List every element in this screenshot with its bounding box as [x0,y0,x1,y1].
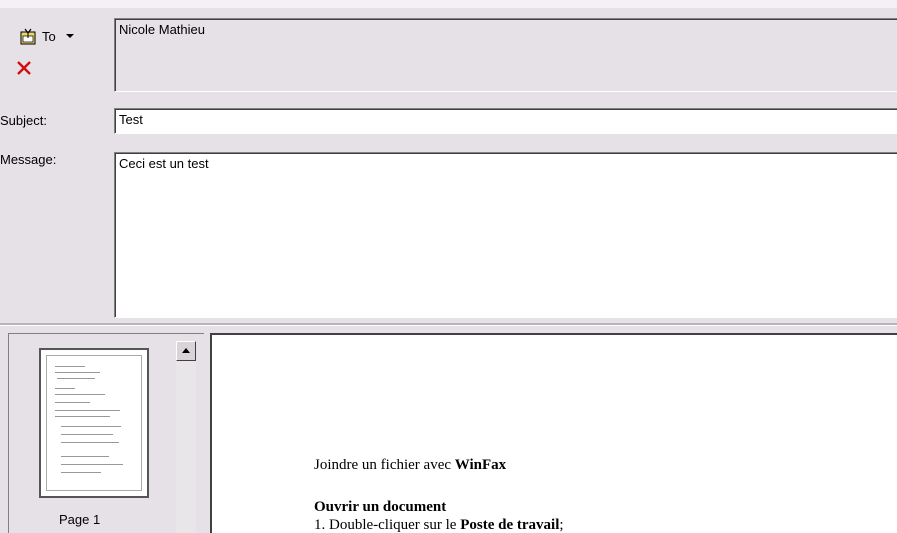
doc-line-joindre: Joindre un fichier avec WinFax [314,457,506,474]
pane-divider[interactable] [0,323,897,326]
thumb-text-line [61,426,121,427]
doc-list-item-1: 1. Double-cliquer sur le Poste de travai… [314,517,564,533]
thumb-text-line [61,442,119,443]
remove-recipient-icon[interactable] [14,58,34,78]
page-thumbnail-label: Page 1 [59,512,101,527]
thumb-text-line [55,388,75,389]
document-preview[interactable]: Joindre un fichier avec WinFax Ouvrir un… [210,333,897,533]
thumb-text-line [55,372,100,373]
to-button[interactable]: To [18,24,110,48]
fax-compose-window: To Nicole Mathieu Subject: Test Message:… [0,0,897,533]
message-textarea[interactable]: Ceci est un test [114,152,897,318]
thumb-text-line [57,378,95,379]
subject-input[interactable]: Test [114,108,897,134]
thumb-text-line [55,416,110,417]
to-label: To [42,28,56,44]
address-book-icon [20,28,36,45]
doc-list-item-1-suffix: ; [559,517,564,533]
thumbnail-scrollbar[interactable] [176,341,196,533]
page-thumbnail[interactable] [39,348,149,498]
to-recipients-field[interactable]: Nicole Mathieu [114,18,897,92]
thumbnail-pane: Page 1 [8,333,204,533]
doc-line-joindre-bold: WinFax [454,457,507,473]
thumb-text-line [61,456,109,457]
scroll-up-button[interactable] [176,341,196,361]
thumb-text-line [55,402,90,403]
chevron-down-icon[interactable] [65,34,74,38]
arrow-up-icon [182,348,190,353]
thumb-text-line [61,464,123,465]
thumbnail-content [46,355,142,491]
thumb-text-line [61,472,101,473]
doc-heading: Ouvrir un document [314,499,447,515]
doc-list-item-1-bold: Poste de travail [460,517,560,533]
message-label: Message: [0,152,57,167]
thumb-text-line [61,434,113,435]
thumb-text-line [55,410,120,411]
thumb-text-line [55,394,105,395]
subject-label: Subject: [0,113,47,128]
doc-list-item-1-text: 1. Double-cliquer sur le [314,517,461,533]
doc-line-joindre-text: Joindre un fichier avec [314,457,455,473]
thumb-text-line [55,366,85,367]
top-strip [0,0,897,8]
